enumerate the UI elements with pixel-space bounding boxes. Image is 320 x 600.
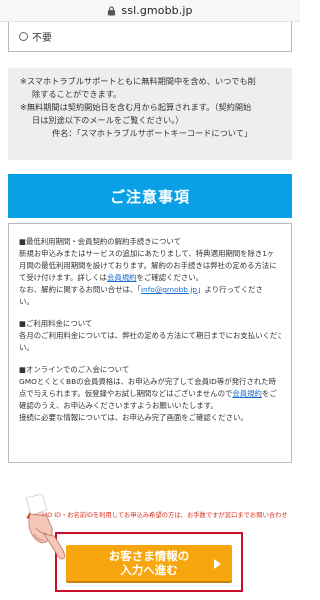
terms-text: い。 [19,342,34,352]
proceed-to-customer-info-button[interactable]: お客さま情報の 入力へ進む [66,545,232,581]
terms-text: 各月のご利用料金については、弊社の定める方法にて期日までにお支払いくださ [19,330,281,340]
lock-icon [108,5,116,15]
terms-text-part: をご [261,388,277,398]
contact-email-link[interactable]: info@gmobb.jp [141,285,197,294]
member-terms-link[interactable]: 会員規約 [107,273,137,282]
option-label: 不要 [32,33,52,44]
terms-text-part: をご確認ください。 [136,272,204,282]
terms-text-part: 点で与えられます。仮登録やお試し期間などはございませんので [19,388,233,398]
terms-text: GMOとくとくBBの会員資格は、お申込みが完了して会員ID等が発行された時 [19,376,276,386]
terms-box: ■最低利用期間・会員契約の解約手続きについて 新規お申込みまたはサービスの追加に… [8,223,292,463]
terms-text: 点で与えられます。仮登録やお試し期間などはございませんので会員規約をご [19,388,281,400]
pointing-hand-icon [25,494,66,560]
terms-text-part: 」より行ってくださ [197,284,263,294]
free-period-note: ※スマホトラブルサポートともに無料期間中を含め、いつでも削 除することができます… [8,68,292,160]
note-line: 除することができます。 [32,88,122,99]
note-line: ※スマホトラブルサポートともに無料期間中を含め、いつでも削 [20,76,256,86]
url-text: ssl.gmobb.jp [121,4,193,17]
radio-button[interactable] [19,32,28,41]
caution-title: ご注意事項 [109,187,190,206]
terms-text-part: なお、解約に関するお問い合せは、「 [19,284,141,294]
caution-header: ご注意事項 [8,174,292,218]
cta-label-line: お客さま情報の [108,548,190,563]
section-title: ■ご利用料金について [19,318,93,328]
terms-text: 確認のうえ、お申込みくださいますようお願いいたします。 [19,400,218,410]
cta-label: お客さま情報の 入力へ進む [109,549,190,578]
browser-url-bar[interactable]: ssl.gmobb.jp [0,0,300,22]
section-title: ■最低利用期間・会員契約の解約手続きについて [19,237,181,246]
note-line: 日は別途以下のメールをご覧ください。） [32,114,184,125]
cta-label-line: 入力へ進む [120,563,178,577]
terms-text: い。 [19,296,34,306]
option-not-needed[interactable]: 不要 [8,22,292,52]
warning-text: GMO ID・お名前IDを利用してお申込み希望の方は、お手数ですが窓口までお問い… [37,512,288,519]
terms-text: 新規お申込みまたはサービスの追加にあたりまして、特典適用期間を除き1ヶ [19,248,275,258]
section-title: ■オンラインでのご入会について [19,364,130,374]
terms-text-part: て受け付けます。詳しくは [19,272,107,282]
member-terms-link[interactable]: 会員規約 [232,389,262,398]
note-line: ※無料期間は契約開始日を含む月から起算されます。（契約開始 [20,101,252,112]
terms-text: て受け付けます。詳しくは会員規約をご確認ください。 [19,272,281,284]
terms-text: 月間の最低利用期間を設けております。解約のお手続きは弊社の定める方法に [19,260,277,270]
arrow-right-icon [214,559,221,569]
note-line: 件名：「スマホトラブルサポートキーコードについて」 [52,127,253,138]
terms-text: なお、解約に関するお問い合せは、「info@gmobb.jp」より行ってくださ [19,284,281,296]
terms-text: 接続に必要な情報については、お申込み完了画面をご確認ください。 [19,412,248,422]
